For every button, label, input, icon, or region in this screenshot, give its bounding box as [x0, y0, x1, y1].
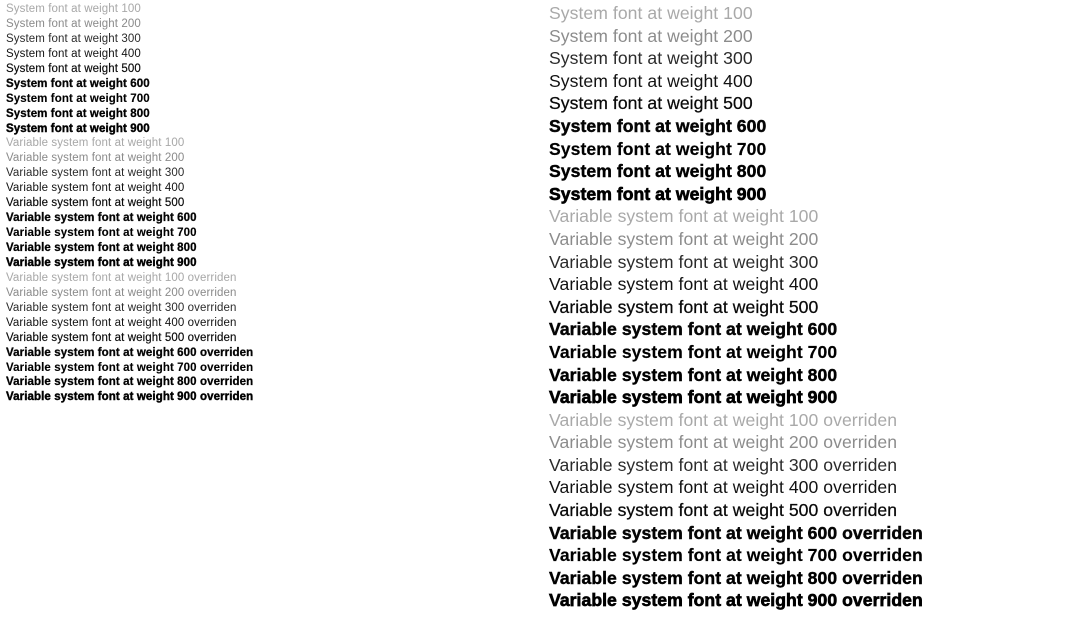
specimen-line-small-variable-system-font-overriden-200: Variable system font at weight 200 overr… [6, 286, 237, 299]
specimen-line-large-variable-system-font-300: Variable system font at weight 300 [549, 251, 819, 272]
specimen-line-large-variable-system-font-overriden-500: Variable system font at weight 500 overr… [549, 500, 898, 521]
specimen-line-large-variable-system-font-overriden-400: Variable system font at weight 400 overr… [549, 477, 898, 498]
specimen-line-small-system-font-200: System font at weight 200 [6, 17, 141, 30]
specimen-line-large-variable-system-font-overriden-600: Variable system font at weight 600 overr… [549, 522, 923, 543]
large-size-specimen-column: System font at weight 100 System font at … [549, 2, 1061, 612]
specimen-line-small-system-font-400: System font at weight 400 [6, 47, 141, 60]
specimen-line-large-variable-system-font-100: Variable system font at weight 100 [549, 206, 819, 227]
specimen-line-small-system-font-800: System font at weight 800 [6, 107, 150, 120]
specimen-line-small-variable-system-font-900: Variable system font at weight 900 [6, 256, 197, 269]
specimen-line-large-system-font-200: System font at weight 200 [549, 25, 753, 46]
specimen-line-small-system-font-600: System font at weight 600 [6, 77, 150, 90]
font-weight-specimen: System font at weight 100 System font at … [0, 0, 1066, 641]
specimen-line-small-system-font-100: System font at weight 100 [6, 3, 141, 15]
specimen-line-small-variable-system-font-100: Variable system font at weight 100 [6, 137, 185, 150]
specimen-line-large-system-font-400: System font at weight 400 [549, 70, 753, 91]
small-size-specimen-column: System font at weight 100 System font at … [6, 2, 526, 405]
specimen-line-large-variable-system-font-200: Variable system font at weight 200 [549, 228, 819, 249]
specimen-line-small-variable-system-font-600: Variable system font at weight 600 [6, 212, 197, 225]
specimen-line-large-system-font-600: System font at weight 600 [549, 115, 767, 136]
specimen-line-small-variable-system-font-200: Variable system font at weight 200 [6, 152, 185, 165]
specimen-line-small-system-font-300: System font at weight 300 [6, 32, 141, 45]
specimen-line-large-variable-system-font-overriden-700: Variable system font at weight 700 overr… [549, 545, 923, 566]
specimen-line-small-system-font-700: System font at weight 700 [6, 92, 150, 105]
specimen-line-small-system-font-900: System font at weight 900 [6, 122, 150, 135]
specimen-line-small-variable-system-font-overriden-100: Variable system font at weight 100 overr… [6, 271, 237, 284]
specimen-line-large-variable-system-font-overriden-900: Variable system font at weight 900 overr… [549, 590, 923, 611]
specimen-line-large-variable-system-font-overriden-100: Variable system font at weight 100 overr… [549, 409, 898, 430]
specimen-line-large-variable-system-font-400: Variable system font at weight 400 [549, 274, 819, 295]
specimen-line-large-variable-system-font-overriden-800: Variable system font at weight 800 overr… [549, 567, 923, 588]
specimen-line-large-system-font-700: System font at weight 700 [549, 138, 767, 159]
specimen-line-small-variable-system-font-overriden-800: Variable system font at weight 800 overr… [6, 376, 254, 389]
specimen-line-large-variable-system-font-700: Variable system font at weight 700 [549, 341, 838, 362]
specimen-line-small-variable-system-font-300: Variable system font at weight 300 [6, 167, 185, 180]
specimen-line-large-system-font-300: System font at weight 300 [549, 48, 753, 69]
specimen-line-large-system-font-900: System font at weight 900 [549, 183, 767, 204]
specimen-line-small-variable-system-font-700: Variable system font at weight 700 [6, 227, 197, 240]
specimen-line-small-variable-system-font-500: Variable system font at weight 500 [6, 197, 185, 210]
specimen-line-large-variable-system-font-900: Variable system font at weight 900 [549, 387, 838, 408]
specimen-line-large-system-font-800: System font at weight 800 [549, 161, 767, 182]
specimen-line-small-variable-system-font-800: Variable system font at weight 800 [6, 242, 197, 254]
specimen-line-large-system-font-100: System font at weight 100 [549, 3, 753, 23]
specimen-line-large-variable-system-font-overriden-200: Variable system font at weight 200 overr… [549, 432, 898, 453]
specimen-line-large-variable-system-font-600: Variable system font at weight 600 [549, 319, 838, 340]
specimen-line-small-variable-system-font-overriden-300: Variable system font at weight 300 overr… [6, 301, 237, 314]
specimen-line-small-system-font-500: System font at weight 500 [6, 62, 141, 75]
specimen-line-small-variable-system-font-overriden-400: Variable system font at weight 400 overr… [6, 316, 237, 329]
specimen-line-large-system-font-500: System font at weight 500 [549, 93, 753, 114]
specimen-line-small-variable-system-font-overriden-700: Variable system font at weight 700 overr… [6, 361, 254, 374]
specimen-line-large-variable-system-font-overriden-300: Variable system font at weight 300 overr… [549, 454, 898, 475]
specimen-line-small-variable-system-font-overriden-900: Variable system font at weight 900 overr… [6, 391, 254, 404]
specimen-line-large-variable-system-font-800: Variable system font at weight 800 [549, 364, 838, 385]
specimen-line-small-variable-system-font-overriden-600: Variable system font at weight 600 overr… [6, 346, 254, 359]
specimen-line-small-variable-system-font-400: Variable system font at weight 400 [6, 182, 185, 195]
specimen-line-large-variable-system-font-500: Variable system font at weight 500 [549, 296, 819, 317]
specimen-line-small-variable-system-font-overriden-500: Variable system font at weight 500 overr… [6, 331, 237, 344]
